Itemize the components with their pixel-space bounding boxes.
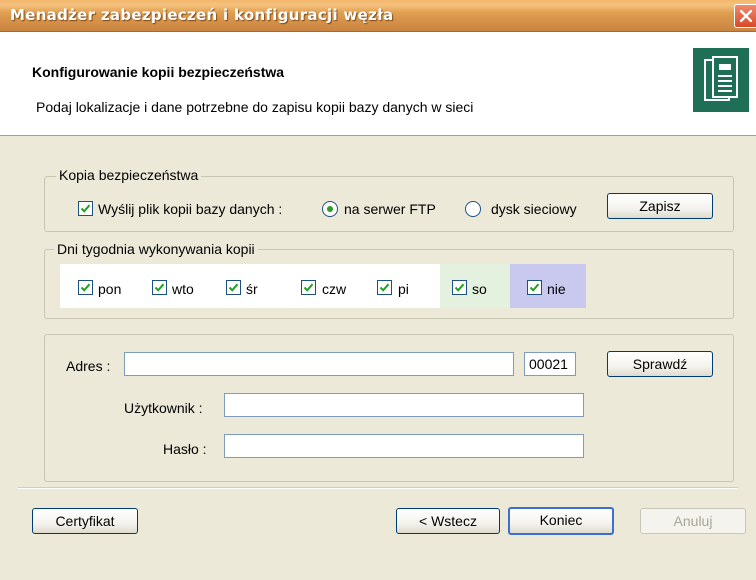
- day-label-nie: nie: [547, 281, 566, 297]
- password-field[interactable]: [224, 434, 584, 458]
- close-icon: [740, 10, 752, 22]
- day-checkbox-pi[interactable]: [377, 280, 392, 295]
- day-checkbox-pon[interactable]: [78, 280, 93, 295]
- check-button[interactable]: Sprawdź: [607, 351, 713, 377]
- day-label-pi: pi: [398, 281, 409, 297]
- day-label-sr: śr: [246, 281, 258, 297]
- checkmark-icon: [80, 204, 91, 213]
- radio-ftp[interactable]: [322, 201, 338, 217]
- send-backup-checkbox[interactable]: [78, 201, 93, 216]
- backup-group-legend: Kopia bezpieczeństwa: [56, 167, 202, 183]
- day-checkbox-czw[interactable]: [301, 280, 316, 295]
- checkmark-icon: [303, 283, 314, 292]
- wizard-header: Konfigurowanie kopii bezpieczeństwa Poda…: [0, 32, 756, 136]
- radio-network-drive[interactable]: [465, 201, 481, 217]
- window-title: Menadżer zabezpieczeń i konfiguracji węz…: [10, 6, 394, 24]
- radio-network-label: dysk sieciowy: [491, 201, 577, 217]
- send-backup-label: Wyślij plik kopii bazy danych :: [98, 201, 283, 217]
- days-group-legend: Dni tygodnia wykonywania kopii: [54, 241, 258, 257]
- cancel-button[interactable]: Anuluj: [640, 508, 746, 534]
- checkmark-icon: [80, 283, 91, 292]
- day-label-pon: pon: [98, 281, 122, 297]
- checkmark-icon: [454, 283, 465, 292]
- port-field[interactable]: 00021: [524, 352, 576, 376]
- day-checkbox-sr[interactable]: [226, 280, 241, 295]
- user-label: Użytkownik :: [124, 400, 203, 416]
- checkmark-icon: [228, 283, 239, 292]
- address-field[interactable]: [124, 352, 514, 376]
- day-checkbox-wto[interactable]: [152, 280, 167, 295]
- day-checkbox-nie[interactable]: [527, 280, 542, 295]
- checkmark-icon: [379, 283, 390, 292]
- password-label: Hasło :: [163, 441, 207, 457]
- close-button[interactable]: [734, 4, 756, 28]
- user-field[interactable]: [224, 393, 584, 417]
- address-label: Adres :: [66, 358, 111, 374]
- save-button[interactable]: Zapisz: [607, 193, 713, 219]
- certificate-button[interactable]: Certyfikat: [32, 508, 138, 534]
- back-button[interactable]: < Wstecz: [396, 508, 500, 534]
- finish-button[interactable]: Koniec: [508, 507, 614, 535]
- day-label-wto: wto: [172, 281, 194, 297]
- header-title: Konfigurowanie kopii bezpieczeństwa: [32, 64, 285, 80]
- day-label-so: so: [472, 281, 487, 297]
- checkmark-icon: [154, 283, 165, 292]
- radio-ftp-label: na serwer FTP: [344, 201, 436, 217]
- footer-divider-highlight: [18, 488, 738, 489]
- day-label-czw: czw: [322, 281, 347, 297]
- day-checkbox-so[interactable]: [452, 280, 467, 295]
- document-clipboard-icon: [693, 48, 749, 112]
- checkmark-icon: [529, 283, 540, 292]
- dialog-window: Menadżer zabezpieczeń i konfiguracji węz…: [0, 0, 756, 580]
- header-description: Podaj lokalizacje i dane potrzebne do za…: [36, 99, 474, 115]
- title-bar[interactable]: Menadżer zabezpieczeń i konfiguracji węz…: [0, 0, 756, 32]
